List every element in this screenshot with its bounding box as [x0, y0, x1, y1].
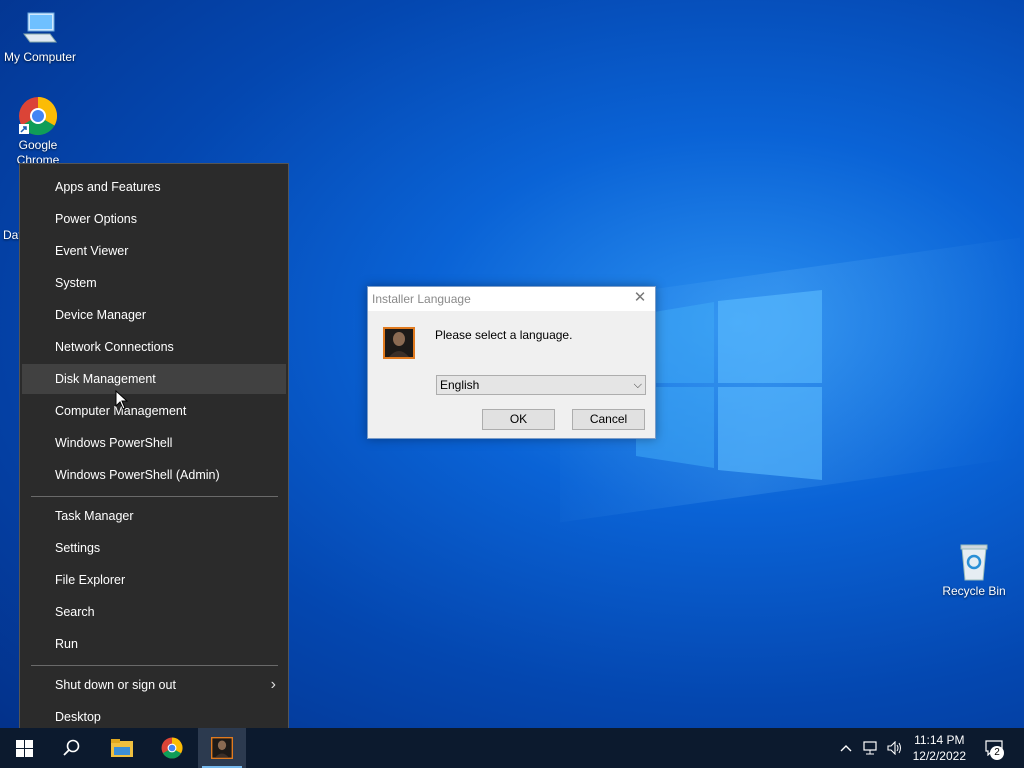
menu-item-computer-management[interactable]: Computer Management	[22, 396, 286, 426]
desktop-icon-google-chrome[interactable]: Google Chrome	[0, 96, 78, 168]
language-select[interactable]: English ⌵	[436, 375, 646, 395]
menu-item-device-manager[interactable]: Device Manager	[22, 300, 286, 330]
dialog-message: Please select a language.	[435, 328, 573, 342]
cancel-button[interactable]: Cancel	[572, 409, 645, 430]
taskbar-installer[interactable]	[198, 728, 246, 768]
installer-app-icon	[383, 327, 415, 359]
folder-icon	[111, 739, 133, 757]
search-button[interactable]	[48, 728, 96, 768]
taskbar: 11:14 PM 12/2/2022 2	[0, 728, 1024, 768]
desktop-icon-my-computer[interactable]: My Computer	[0, 8, 80, 65]
action-center-button[interactable]: 2	[980, 728, 1008, 768]
dialog-titlebar[interactable]: Installer Language ✕	[368, 287, 655, 311]
menu-item-disk-management[interactable]: Disk Management	[22, 364, 286, 394]
installer-app-icon	[211, 737, 233, 759]
menu-item-power-options[interactable]: Power Options	[22, 204, 286, 234]
installer-language-dialog: Installer Language ✕ Please select a lan…	[367, 286, 656, 439]
desktop-icon-label: Recycle Bin	[942, 584, 1006, 598]
volume-icon[interactable]	[884, 728, 906, 768]
menu-item-windows-powershell[interactable]: Windows PowerShell	[22, 428, 286, 458]
menu-item-event-viewer[interactable]: Event Viewer	[22, 236, 286, 266]
menu-item-settings[interactable]: Settings	[22, 533, 286, 563]
winx-context-menu: Apps and Features Power Options Event Vi…	[19, 163, 289, 742]
menu-separator	[31, 665, 278, 666]
menu-item-run[interactable]: Run	[22, 629, 286, 659]
windows-start-icon	[15, 739, 33, 757]
menu-item-label: Shut down or sign out	[55, 678, 176, 692]
language-select-value: English	[440, 378, 480, 392]
desktop-icon-label: My Computer	[3, 50, 77, 64]
menu-item-shut-down-or-sign-out[interactable]: Shut down or sign out ›	[22, 670, 286, 700]
ok-button[interactable]: OK	[482, 409, 555, 430]
taskbar-file-explorer[interactable]	[98, 728, 146, 768]
dialog-title: Installer Language	[372, 292, 471, 306]
taskbar-google-chrome[interactable]	[148, 728, 196, 768]
menu-item-network-connections[interactable]: Network Connections	[22, 332, 286, 362]
menu-item-task-manager[interactable]: Task Manager	[22, 501, 286, 531]
menu-separator	[31, 496, 278, 497]
chrome-icon	[161, 737, 183, 759]
menu-item-apps-and-features[interactable]: Apps and Features	[22, 172, 286, 202]
chevron-up-icon[interactable]	[836, 728, 856, 768]
notification-count-badge: 2	[990, 746, 1004, 760]
search-icon	[63, 739, 80, 756]
menu-item-file-explorer[interactable]: File Explorer	[22, 565, 286, 595]
windows-logo-wallpaper	[636, 290, 822, 480]
mouse-cursor-icon	[115, 390, 129, 410]
recycle-bin-icon	[954, 542, 994, 582]
menu-item-windows-powershell-admin[interactable]: Windows PowerShell (Admin)	[22, 460, 286, 490]
computer-icon	[20, 8, 60, 48]
desktop-icon-recycle-bin[interactable]: Recycle Bin	[934, 542, 1014, 599]
menu-item-search[interactable]: Search	[22, 597, 286, 627]
close-icon[interactable]: ✕	[631, 289, 649, 307]
chevron-right-icon: ›	[270, 676, 276, 693]
network-icon[interactable]	[860, 728, 882, 768]
clock-time: 11:14 PM	[914, 733, 965, 747]
chrome-icon	[18, 96, 58, 136]
clock-date: 12/2/2022	[912, 749, 966, 763]
chevron-down-icon: ⌵	[633, 379, 642, 391]
menu-item-system[interactable]: System	[22, 268, 286, 298]
start-button[interactable]	[0, 728, 48, 768]
system-clock[interactable]: 11:14 PM 12/2/2022	[913, 732, 966, 764]
